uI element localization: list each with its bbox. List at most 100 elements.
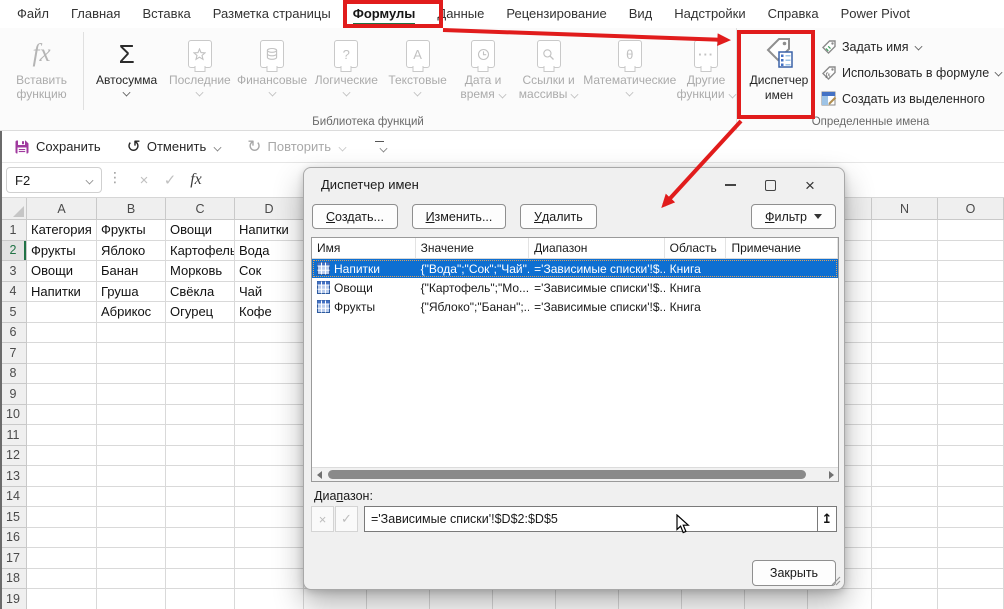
named-range-row-Овощи[interactable]: Овощи{"Картофель";"Мо...='Зависимые спис… — [312, 278, 838, 297]
scrollbar-thumb[interactable] — [328, 470, 806, 479]
row-header-17[interactable]: 17 — [0, 548, 27, 569]
cell-O13[interactable] — [938, 466, 1004, 487]
edit-button[interactable]: Изменить... — [412, 204, 507, 229]
cell-O18[interactable] — [938, 569, 1004, 590]
close-button[interactable]: Закрыть — [752, 560, 836, 586]
row-header-19[interactable]: 19 — [0, 589, 27, 609]
cell-N18[interactable] — [872, 569, 938, 590]
cell-B6[interactable] — [97, 323, 166, 344]
cell-D18[interactable] — [235, 569, 304, 590]
cell-N7[interactable] — [872, 343, 938, 364]
ribbon-button-0[interactable]: fxВставитьфункцию — [4, 28, 79, 112]
ribbon-button-2[interactable]: Последние — [165, 28, 234, 112]
cell-N6[interactable] — [872, 323, 938, 344]
row-header-1[interactable]: 1 — [0, 220, 27, 241]
cell-O10[interactable] — [938, 405, 1004, 426]
cell-D5[interactable]: Кофе — [235, 302, 304, 323]
cell-D2[interactable]: Вода — [235, 241, 304, 262]
formula-bar-handle[interactable]: ⋮ — [108, 169, 122, 186]
ribbon-button-5[interactable]: AТекстовые — [383, 28, 452, 112]
defined-names-item-0[interactable]: Задать имя — [821, 34, 1002, 60]
row-header-15[interactable]: 15 — [0, 507, 27, 528]
cell-B10[interactable] — [97, 405, 166, 426]
cell-D17[interactable] — [235, 548, 304, 569]
cell-O12[interactable] — [938, 446, 1004, 467]
ribbon-tab-4[interactable]: Формулы — [342, 0, 427, 28]
name-manager-button[interactable]: Диспетчер имен — [742, 28, 816, 128]
row-header-10[interactable]: 10 — [0, 405, 27, 426]
cell-D8[interactable] — [235, 364, 304, 385]
row-header-8[interactable]: 8 — [0, 364, 27, 385]
row-header-6[interactable]: 6 — [0, 323, 27, 344]
row-header-9[interactable]: 9 — [0, 384, 27, 405]
range-cancel-button[interactable]: × — [311, 506, 334, 532]
cell-N16[interactable] — [872, 528, 938, 549]
cancel-entry-button[interactable]: × — [132, 167, 156, 193]
cell-D19[interactable] — [235, 589, 304, 609]
cell-B15[interactable] — [97, 507, 166, 528]
cell-N12[interactable] — [872, 446, 938, 467]
cell-B5[interactable]: Абрикос — [97, 302, 166, 323]
row-header-16[interactable]: 16 — [0, 528, 27, 549]
row-header-12[interactable]: 12 — [0, 446, 27, 467]
cell-O7[interactable] — [938, 343, 1004, 364]
cell-O1[interactable] — [938, 220, 1004, 241]
row-header-14[interactable]: 14 — [0, 487, 27, 508]
list-header-3[interactable]: Область — [665, 238, 727, 258]
row-header-4[interactable]: 4 — [0, 282, 27, 303]
cell-D16[interactable] — [235, 528, 304, 549]
row-header-7[interactable]: 7 — [0, 343, 27, 364]
cell-B19[interactable] — [97, 589, 166, 609]
row-header-2[interactable]: 2 — [0, 241, 27, 262]
cell-A9[interactable] — [27, 384, 97, 405]
ribbon-button-4[interactable]: ?Логические — [310, 28, 383, 112]
cell-A7[interactable] — [27, 343, 97, 364]
cell-D9[interactable] — [235, 384, 304, 405]
cell-A3[interactable]: Овощи — [27, 261, 97, 282]
undo-button[interactable]: ↺ Отменить — [127, 139, 222, 155]
redo-button[interactable]: ↻ Повторить — [247, 139, 346, 155]
cell-O2[interactable] — [938, 241, 1004, 262]
cell-D13[interactable] — [235, 466, 304, 487]
cell-1019[interactable] — [682, 589, 745, 609]
cell-D12[interactable] — [235, 446, 304, 467]
cell-C6[interactable] — [166, 323, 235, 344]
cell-A13[interactable] — [27, 466, 97, 487]
maximize-button[interactable] — [750, 172, 790, 198]
cell-A16[interactable] — [27, 528, 97, 549]
select-all-corner[interactable] — [0, 198, 27, 220]
cell-B7[interactable] — [97, 343, 166, 364]
ribbon-tab-3[interactable]: Разметка страницы — [202, 0, 342, 28]
column-header-D[interactable]: D — [235, 198, 304, 220]
list-header-1[interactable]: Значение — [416, 238, 530, 258]
cell-O3[interactable] — [938, 261, 1004, 282]
cell-N11[interactable] — [872, 425, 938, 446]
cell-N15[interactable] — [872, 507, 938, 528]
cell-O5[interactable] — [938, 302, 1004, 323]
ribbon-button-6[interactable]: Дата ивремя — [452, 28, 514, 112]
scroll-right-button[interactable] — [824, 468, 838, 481]
column-header-A[interactable]: A — [27, 198, 97, 220]
column-header-C[interactable]: C — [166, 198, 235, 220]
cell-N14[interactable] — [872, 487, 938, 508]
cell-A14[interactable] — [27, 487, 97, 508]
cell-B8[interactable] — [97, 364, 166, 385]
cell-O8[interactable] — [938, 364, 1004, 385]
cell-D3[interactable]: Сок — [235, 261, 304, 282]
cell-B14[interactable] — [97, 487, 166, 508]
column-header-N[interactable]: N — [872, 198, 938, 220]
column-header-B[interactable]: B — [97, 198, 166, 220]
cell-B18[interactable] — [97, 569, 166, 590]
cell-B4[interactable]: Груша — [97, 282, 166, 303]
close-window-button[interactable]: × — [790, 172, 830, 198]
cell-919[interactable] — [619, 589, 682, 609]
range-confirm-button[interactable]: ✓ — [335, 506, 358, 532]
ribbon-tab-2[interactable]: Вставка — [131, 0, 201, 28]
cell-B16[interactable] — [97, 528, 166, 549]
cell-N17[interactable] — [872, 548, 938, 569]
row-header-18[interactable]: 18 — [0, 569, 27, 590]
cell-D14[interactable] — [235, 487, 304, 508]
cell-C16[interactable] — [166, 528, 235, 549]
cell-C19[interactable] — [166, 589, 235, 609]
cell-C17[interactable] — [166, 548, 235, 569]
